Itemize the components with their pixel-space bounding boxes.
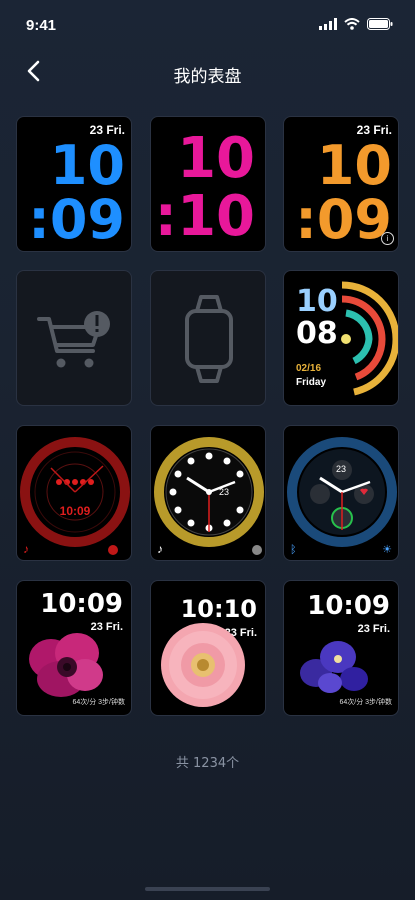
watch-face-tile[interactable] [16,270,132,406]
face-hour: 10 [316,134,392,197]
watch-face-tile[interactable]: 23 Fri. 10 :09 [16,116,132,252]
page-title: 我的表盘 [173,67,242,87]
watch-face-tile[interactable]: 10:09 23 Fri. 64次/分 3步/钟数 [16,580,132,716]
nav-bar: 我的表盘 [0,50,415,94]
face-time: 10:09 [59,504,91,518]
brightness-icon: ☀ [382,544,392,556]
flower-anemone-image [29,633,103,697]
bluetooth-icon: ᛒ [290,544,297,556]
face-day: Friday [296,377,327,388]
face-minute: :10 [154,184,255,249]
face-hour: 10 [49,134,125,197]
status-icons [319,18,393,30]
analog-dial-red [20,437,130,555]
music-icon: ♪ [23,542,29,556]
wifi-icon [344,18,360,30]
face-date: 02/16 [296,363,322,374]
watch-face-tile[interactable]: 10 :10 [150,116,266,252]
watch-face-tile[interactable]: 10:09 ♪ [16,425,132,561]
face-time: 10:10 [180,595,257,623]
flower-iris-image [300,641,368,693]
watch-face-tile[interactable] [150,270,266,406]
face-hour: 10 [296,284,338,319]
face-caption: 64次/分 3步/钟数 [72,699,125,706]
info-icon: i [381,232,394,245]
cart-error-icon [37,311,110,368]
status-bar: 9:41 [0,0,415,50]
battery-icon [367,18,393,30]
face-caption: 64次/分 3步/钟数 [339,699,392,706]
face-date: 23 [336,464,347,474]
signal-icon [319,18,337,30]
home-indicator[interactable] [145,887,270,891]
face-minute: :09 [28,188,125,251]
analog-dial-blue [287,437,397,547]
face-time: 10:09 [40,589,123,619]
analog-dial-gold [154,437,264,555]
watch-face-tile[interactable]: 10:10 23 Fri. [150,580,266,716]
face-minute: 08 [296,316,338,351]
face-time: 10:09 [307,591,390,621]
face-count-label: 共 1234个 [175,756,240,771]
watch-face-tile[interactable]: 23 ᛒ ☀ [283,425,399,561]
watch-face-tile[interactable]: 10 08 02/16 Friday [283,270,399,406]
status-time: 9:41 [26,17,57,34]
face-hour: 10 [177,126,255,191]
watch-face-tile[interactable]: 23 ♪ [150,425,266,561]
watch-face-tile[interactable]: 10:09 23 Fri. 64次/分 3步/钟数 [283,580,399,716]
music-icon: ♪ [157,542,163,556]
flower-gerbera-image [161,623,245,707]
watch-face-tile[interactable]: 23 Fri. 10 :09 i [283,116,399,252]
face-minute: :09 [295,188,392,251]
watch-outline-icon [185,295,233,383]
face-date: 23 [219,487,230,497]
